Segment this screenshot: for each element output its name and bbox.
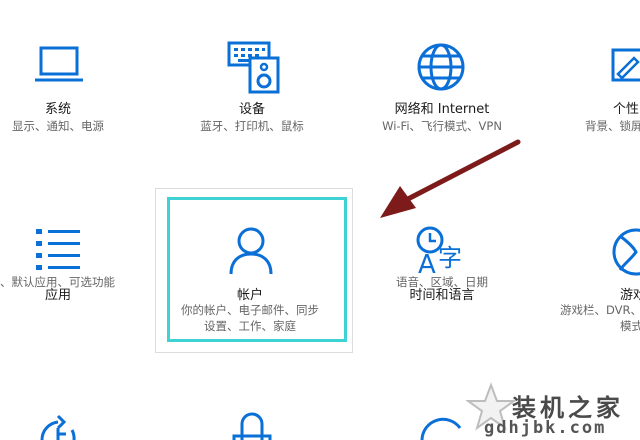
watermark: 装机之家 gdhjbk.com <box>466 382 640 440</box>
tile-gaming-title: 游戏 <box>620 288 640 303</box>
tile-devices-desc: 蓝牙、打印机、鼠标 <box>200 119 304 133</box>
tile-system-desc: 显示、通知、电源 <box>12 119 104 133</box>
lock-icon <box>232 412 272 440</box>
laptop-icon <box>35 46 83 82</box>
xbox-icon <box>612 228 640 276</box>
svg-text:A: A <box>418 250 436 276</box>
tile-devices-title: 设备 <box>238 102 266 117</box>
update-icon <box>40 414 76 440</box>
tile-accounts-desc-line1: 你的帐户、电子邮件、同步 <box>181 303 319 317</box>
tile-time-language-desc-text: 语音、区域、日期 <box>396 275 488 289</box>
keyboard-speaker-icon <box>227 41 280 94</box>
tile-personalization-desc: 背景、锁屏 <box>585 119 640 133</box>
tile-accounts-title: 帐户 <box>236 288 264 303</box>
tile-gaming-desc-line2: 模式 <box>620 319 640 333</box>
tile-system-title: 系统 <box>44 102 72 117</box>
person-icon <box>229 227 273 275</box>
tile-personalization-title: 个性 <box>613 102 640 117</box>
tile-time-language-desc: 语音、区域、日期 <box>396 274 488 291</box>
sync-icon <box>420 417 462 440</box>
tile-apps-desc-text: 、默认应用、可选功能 <box>0 275 115 289</box>
tile-accounts-desc-line2: 设置、工作、家庭 <box>204 319 296 333</box>
paint-icon <box>611 48 640 82</box>
annotation-arrow <box>380 139 521 218</box>
watermark-url: gdhjbk.com <box>484 418 607 438</box>
tile-network-title: 网络和 Internet <box>394 102 490 117</box>
clock-language-icon: A 字 <box>416 226 462 276</box>
globe-icon <box>417 43 465 91</box>
tile-gaming-desc-line1: 游戏栏、DVR、 <box>560 303 640 317</box>
apps-list-icon <box>36 229 80 270</box>
svg-text:字: 字 <box>438 244 462 272</box>
